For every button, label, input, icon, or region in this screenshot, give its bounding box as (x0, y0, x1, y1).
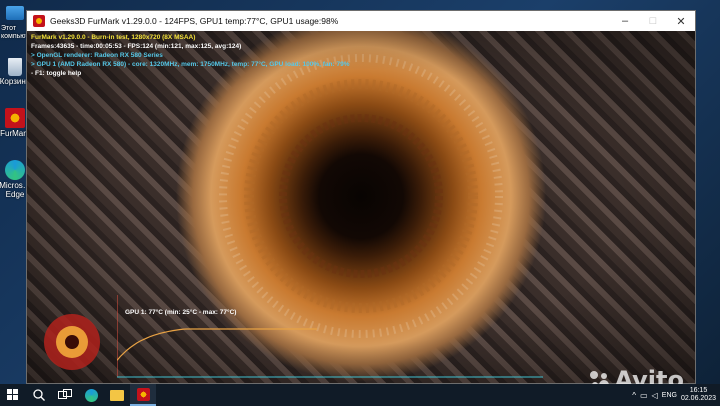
search-icon (33, 389, 45, 401)
render-viewport[interactable]: FurMark v1.29.0.0 - Burn-in test, 1280x7… (27, 31, 695, 383)
furmark-icon (136, 387, 150, 401)
desktop-icon-furmark[interactable]: FurMark (0, 108, 30, 138)
system-tray: ^ ▭ ◁ ENG 16:15 02.06.2023 (632, 384, 716, 406)
osd-line-title: FurMark v1.29.0.0 - Burn-in test, 1280x7… (31, 34, 196, 41)
taskbar-edge[interactable] (78, 384, 104, 406)
temperature-graph-label: GPU 1: 77°C (min: 25°C - max: 77°C) (125, 309, 237, 316)
temperature-graph-svg (117, 295, 543, 378)
recycle-bin-icon (8, 58, 22, 76)
explorer-icon (110, 389, 124, 401)
taskbar-furmark[interactable] (130, 384, 156, 406)
edge-icon (84, 388, 98, 402)
osd-line-gpu: > GPU 1 (AMD Radeon RX 580) - core: 1320… (31, 61, 350, 68)
language-indicator[interactable]: ENG (662, 392, 677, 399)
taskbar-explorer[interactable] (104, 384, 130, 406)
clock[interactable]: 16:15 02.06.2023 (681, 387, 716, 403)
furmark-icon (5, 108, 25, 128)
furmark-logo-watermark (32, 300, 112, 384)
temperature-graph: GPU 1: 77°C (min: 25°C - max: 77°C) (117, 293, 543, 381)
desktop-icon-edge[interactable]: Micros… Edge (0, 160, 31, 199)
task-view-button[interactable] (52, 384, 78, 406)
window-title: Geeks3D FurMark v1.29.0.0 - 124FPS, GPU1… (50, 16, 339, 26)
desktop-icon-recycle-bin[interactable]: Корзина (0, 58, 30, 86)
start-icon (7, 389, 18, 400)
furmark-app-icon (33, 15, 45, 27)
minimize-button[interactable]: – (611, 11, 639, 31)
computer-icon (6, 6, 24, 20)
network-icon[interactable]: ▭ (640, 391, 648, 400)
close-button[interactable]: ✕ (667, 11, 695, 31)
clock-time: 16:15 (689, 387, 708, 394)
osd-overlay: FurMark v1.29.0.0 - Burn-in test, 1280x7… (31, 33, 349, 78)
temperature-curve (117, 328, 317, 361)
task-view-icon (58, 389, 72, 399)
maximize-button[interactable]: □ (639, 11, 667, 31)
clock-date: 02.06.2023 (680, 395, 716, 402)
window-titlebar[interactable]: Geeks3D FurMark v1.29.0.0 - 124FPS, GPU1… (27, 11, 695, 31)
furmark-window[interactable]: Geeks3D FurMark v1.29.0.0 - 124FPS, GPU1… (26, 10, 696, 384)
search-button[interactable] (26, 384, 52, 406)
taskbar: ^ ▭ ◁ ENG 16:15 02.06.2023 (0, 384, 720, 406)
osd-line-help: - F1: toggle help (31, 70, 82, 77)
desktop-icon-this-pc[interactable] (2, 6, 28, 20)
edge-icon (5, 160, 25, 180)
osd-line-renderer: > OpenGL renderer: Radeon RX 580 Series (31, 52, 163, 59)
desktop-icon-label: Edge (5, 190, 25, 199)
start-button[interactable] (0, 384, 26, 406)
volume-icon[interactable]: ◁ (652, 391, 658, 400)
osd-line-frames: Frames:43635 - time:00:05:53 - FPS:124 (… (31, 43, 242, 50)
chevron-up-icon[interactable]: ^ (632, 391, 636, 400)
